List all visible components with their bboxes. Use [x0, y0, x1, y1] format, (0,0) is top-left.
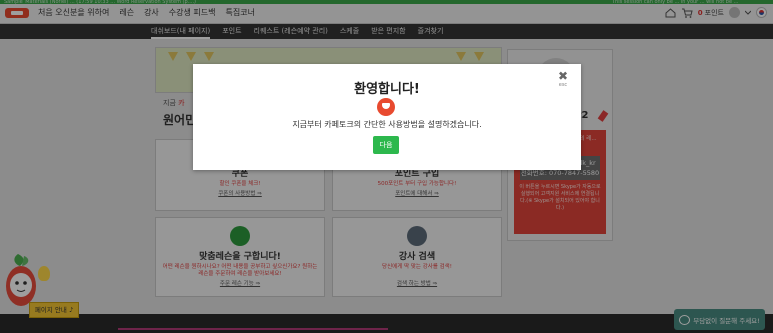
close-icon: ✖	[557, 69, 568, 83]
modal-text: 지금부터 카페토크의 간단한 사용방법을 설명하겠습니다.	[292, 120, 482, 129]
modal-title: 환영합니다!	[354, 82, 420, 97]
next-button[interactable]: 다음	[373, 136, 399, 154]
esc-label: esc	[558, 82, 568, 88]
welcome-modal: 환영합니다! 지금부터 카페토크의 간단한 사용방법을 설명하겠습니다. 다음 …	[193, 64, 581, 170]
close-button[interactable]: ✖ esc	[558, 70, 568, 88]
coffee-cup-icon	[377, 98, 395, 116]
